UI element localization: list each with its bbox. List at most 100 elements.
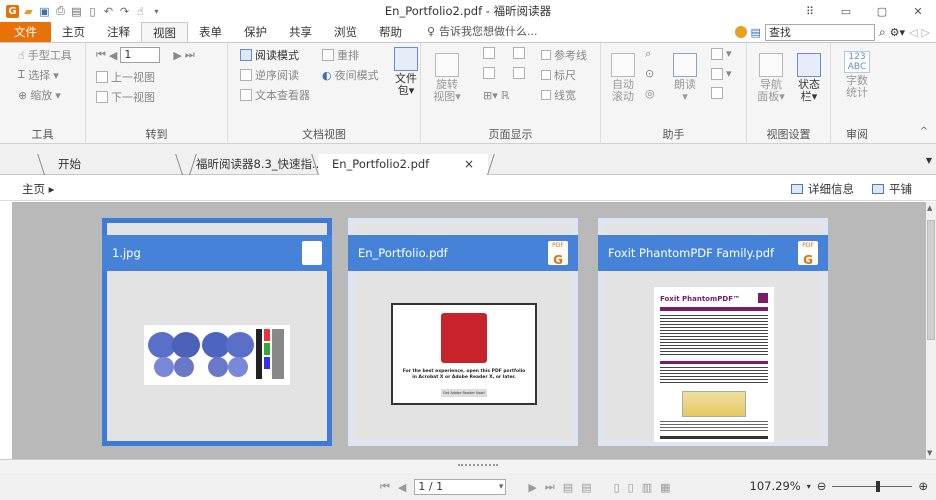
menu-comment[interactable]: 注释 (96, 22, 141, 42)
rotate-view-button[interactable]: 旋转 视图▾ (429, 53, 465, 103)
page-number-input[interactable]: 1 (120, 47, 161, 63)
scroll-down-icon[interactable]: ▼ (927, 449, 932, 457)
prev-page-icon[interactable]: ◀ (398, 481, 406, 494)
menu-protect[interactable]: 保护 (233, 22, 278, 42)
ribbon-prev-icon[interactable]: ◁ (909, 26, 917, 39)
tab-start[interactable]: 开始 (44, 154, 190, 175)
zoom-slider-knob[interactable] (876, 480, 881, 492)
prev-page-icon[interactable]: ◀ (109, 49, 117, 62)
prev-view-button[interactable]: 上一视图 (96, 69, 155, 85)
hand-tool-icon[interactable]: ☝ (134, 5, 147, 18)
foxit-app-icon[interactable]: G (6, 4, 19, 18)
splitter-grip[interactable] (458, 464, 498, 466)
zoom-in-icon[interactable]: ⊕ (918, 479, 928, 493)
customize-qat-icon[interactable]: ▾ (150, 5, 163, 18)
close-tab-icon[interactable]: × (464, 154, 474, 174)
portfolio-item-1jpg[interactable]: 1.jpg (102, 218, 332, 446)
continuous-button[interactable] (483, 67, 495, 79)
text-viewer-button[interactable]: 文本查看器 (240, 87, 310, 103)
reading-mode-button[interactable]: 阅读模式 (240, 47, 299, 63)
marquee-button[interactable]: ◎ (645, 87, 655, 100)
properties-icon[interactable]: ▤ (70, 5, 83, 18)
read-option-2[interactable]: ▾ (711, 67, 732, 80)
next-view-button[interactable]: 下一视图 (96, 89, 155, 105)
new-doc-icon[interactable]: ▯ (86, 5, 99, 18)
next-page-icon[interactable]: ▶ (173, 49, 181, 62)
zoom-button[interactable]: ⊕ 缩放 ▾ (18, 87, 61, 103)
reverse-reading-button[interactable]: 逆序阅读 (240, 67, 299, 83)
next-page-icon[interactable]: ▶ (528, 481, 536, 494)
zoom-slider[interactable] (832, 480, 913, 492)
facing-view-icon[interactable]: ▥ (642, 481, 652, 494)
ruler-checkbox[interactable]: 标尺 (541, 67, 576, 83)
zoom-out-icon[interactable]: ⊖ (817, 479, 827, 493)
single-page-button[interactable] (483, 47, 495, 59)
save-icon[interactable]: ▣ (38, 5, 51, 18)
continuous-facing-icon[interactable]: ▦ (660, 481, 670, 494)
select-button[interactable]: Ꮖ 选择 ▾ (18, 67, 59, 83)
night-mode-button[interactable]: ◐ 夜间模式 (322, 67, 379, 83)
search-icon[interactable]: ⌕ (879, 25, 886, 40)
two-continuous-button[interactable] (513, 67, 525, 79)
panel-splitter[interactable] (0, 459, 936, 473)
breadcrumb-home[interactable]: 主页 ▸ (22, 181, 54, 197)
first-page-icon[interactable]: ⏮ (96, 48, 106, 62)
menu-view[interactable]: 视图 (141, 22, 188, 42)
tile-view-button[interactable]: 平铺 (872, 181, 912, 197)
close-button[interactable]: ✕ (900, 0, 936, 22)
ribbon-next-icon[interactable]: ▷ (922, 26, 930, 39)
search-input[interactable]: 查找 (764, 23, 875, 41)
tell-me-box[interactable]: ♀ 告诉我您想做什么... (413, 22, 538, 42)
reference-line-checkbox[interactable]: 参考线 (541, 47, 587, 63)
read-aloud-button[interactable]: 朗读 ▾ (667, 53, 703, 103)
tab-list-dropdown-icon[interactable]: ▼ (926, 156, 932, 165)
magnifier-button[interactable]: ⊙ (645, 67, 654, 80)
autoscroll-button[interactable]: 自动 滚动 (605, 53, 641, 103)
loupe-button[interactable]: ⌕ (645, 47, 651, 61)
portfolio-item-en-portfolio[interactable]: En_Portfolio.pdf For the best experience… (348, 218, 578, 446)
portfolio-item-phantompdf-family[interactable]: Foxit PhantomPDF Family.pdf Foxit Phanto… (598, 218, 828, 446)
print-icon[interactable]: ⎙ (54, 4, 67, 18)
two-page-button[interactable] (513, 47, 525, 59)
vertical-scrollbar[interactable]: ▲ ▼ (926, 202, 936, 459)
read-option-1[interactable]: ▾ (711, 47, 732, 60)
file-package-button[interactable]: 文件 包▾ (388, 47, 424, 97)
status-bar-button[interactable]: 状态 栏▾ (791, 53, 827, 103)
details-view-button[interactable]: 详细信息 (791, 181, 854, 197)
settings-icon[interactable]: ⚙▾ (890, 26, 905, 39)
continuous-view-icon[interactable]: ▯ (628, 481, 634, 494)
zoom-value[interactable]: 107.29% (750, 479, 801, 493)
hand-tool-button[interactable]: ☝ 手型工具 (18, 47, 72, 63)
first-page-icon[interactable]: ⏮ (380, 480, 390, 494)
prev-view-icon[interactable]: ▤ (563, 481, 573, 494)
word-count-button[interactable]: 123 ABC 字数 统计 (839, 51, 875, 99)
menu-form[interactable]: 表单 (188, 22, 233, 42)
zoom-dropdown-icon[interactable]: ▾ (807, 482, 811, 491)
scroll-up-icon[interactable]: ▲ (927, 204, 932, 212)
single-page-view-icon[interactable]: ▯ (614, 481, 620, 494)
scroll-thumb[interactable] (927, 220, 935, 340)
restore-button[interactable]: ▢ (864, 0, 900, 22)
next-view-icon[interactable]: ▤ (581, 481, 591, 494)
find-icon[interactable]: ▤ (751, 26, 761, 39)
redo-icon[interactable]: ↷ (118, 5, 131, 18)
tab-en-portfolio2[interactable]: En_Portfolio2.pdf × (318, 154, 488, 175)
skin-icon[interactable] (734, 26, 747, 38)
menu-browse[interactable]: 浏览 (323, 22, 368, 42)
nav-panel-button[interactable]: 导航 面板▾ (753, 53, 789, 103)
undo-icon[interactable]: ↶ (102, 5, 115, 18)
reflow-button[interactable]: 重排 (322, 47, 359, 63)
menu-home[interactable]: 主页 (51, 22, 96, 42)
menu-file[interactable]: 文件 (0, 22, 51, 42)
minimize-button[interactable]: ▭ (828, 0, 864, 22)
line-width-checkbox[interactable]: 线宽 (541, 87, 576, 103)
tab-quick-guide[interactable]: 福昕阅读器8.3_快速指... (182, 154, 328, 175)
status-page-input[interactable]: 1 / 1 (414, 479, 507, 495)
page-layout-button[interactable]: ⊞▾ ℝ (483, 89, 509, 102)
open-folder-icon[interactable]: ▰ (22, 5, 35, 18)
ribbon-display-icon[interactable]: ⠿ (792, 0, 828, 22)
last-page-icon[interactable]: ⏭ (185, 48, 195, 62)
collapse-ribbon-icon[interactable]: ^ (920, 126, 928, 137)
read-option-3[interactable] (711, 87, 723, 99)
menu-help[interactable]: 帮助 (368, 22, 413, 42)
